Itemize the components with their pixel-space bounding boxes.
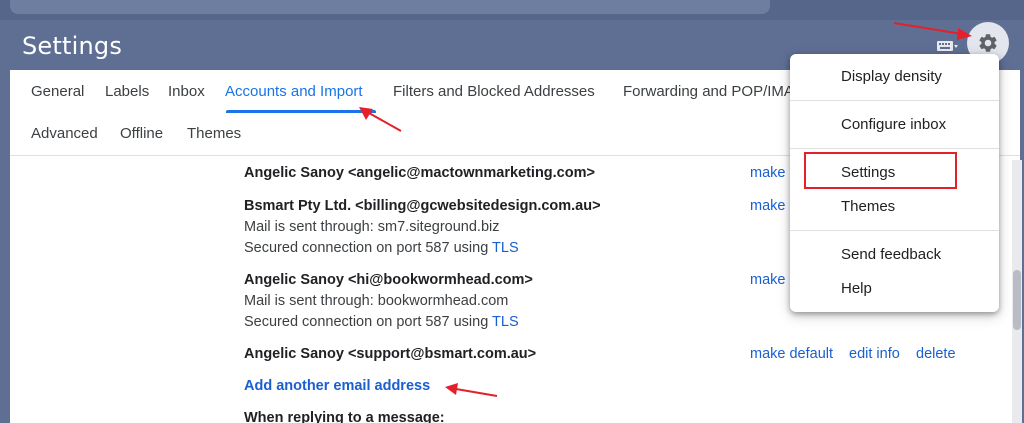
arrow-to-accounts-tab [368,112,402,132]
arrow-head [957,28,972,40]
annotation-arrows [359,22,972,397]
arrow-head [445,383,458,395]
arrow-to-gear [893,22,963,35]
arrow-to-add-email [455,388,498,397]
